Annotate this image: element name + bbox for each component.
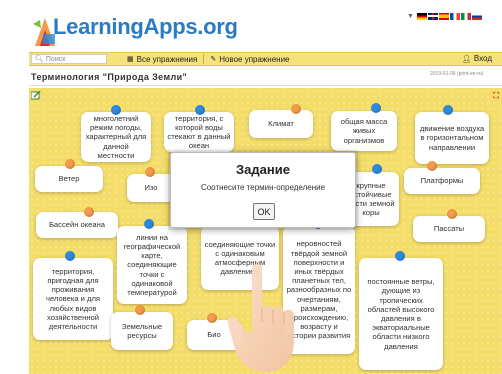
grid-icon: ▦ xyxy=(127,56,134,63)
new-exercise-link[interactable]: ✎ Новое упражнение xyxy=(204,55,295,64)
pin-icon xyxy=(135,305,145,315)
card-text: территория, пригодная для проживания чел… xyxy=(46,266,100,331)
page-margin xyxy=(0,0,10,374)
card-text: Пассаты xyxy=(433,224,465,234)
flag-icon[interactable] xyxy=(416,12,427,20)
main-toolbar: 🔍︎ Поиск ▦ Все упражнения ✎ Новое упражн… xyxy=(29,52,502,66)
pin-icon xyxy=(371,103,381,113)
term-card[interactable]: Земельные ресурсы xyxy=(111,312,173,350)
card-text: Ветер xyxy=(58,174,80,184)
term-card[interactable]: постоянные ветры, дующие из тропических … xyxy=(359,258,443,370)
card-text: территория, с которой воды стекают в дан… xyxy=(167,113,231,151)
login-link[interactable]: 👤︎ Вход xyxy=(462,54,492,63)
pencil-icon: ✎ xyxy=(210,56,217,63)
pin-icon xyxy=(65,251,75,261)
term-card[interactable]: Бассейн океана xyxy=(36,212,118,238)
pin-icon xyxy=(291,104,301,114)
pin-icon xyxy=(427,161,437,171)
card-text: Бассейн океана xyxy=(48,220,106,230)
flag-icon[interactable] xyxy=(427,12,438,20)
card-text: постоянные ветры, дующие из тропических … xyxy=(367,277,435,351)
fullscreen-icon[interactable]: ⛶ xyxy=(493,91,499,101)
page-date: 2019-01-05 (print-en-ru) xyxy=(430,71,484,77)
card-text: Платформы xyxy=(420,176,464,186)
term-card[interactable]: движение воздуха в горизонтальном направ… xyxy=(415,112,489,164)
ok-button[interactable]: OK xyxy=(253,203,275,220)
pin-icon xyxy=(372,164,382,174)
language-flags[interactable]: ▼ xyxy=(407,11,482,21)
term-card[interactable]: Пассаты xyxy=(413,216,485,242)
term-card[interactable]: Ветер xyxy=(35,166,103,192)
card-text: Климат xyxy=(268,119,294,129)
card-text: многолетний режим погоды, характерный дл… xyxy=(85,114,147,160)
user-icon: 👤︎ xyxy=(462,55,471,63)
search-icon: 🔍︎ xyxy=(35,56,44,63)
pin-icon xyxy=(443,105,453,115)
pin-icon xyxy=(195,105,205,115)
dialog-title: Задание xyxy=(236,162,290,177)
site-header: LearningApps.org ▼ xyxy=(0,0,502,50)
term-card[interactable]: территория, с которой воды стекают в дан… xyxy=(164,112,234,152)
term-card[interactable]: Платформы xyxy=(404,168,480,194)
card-text: Изо xyxy=(144,183,158,193)
flag-icon[interactable] xyxy=(449,12,460,20)
chevron-down-icon[interactable]: ▼ xyxy=(407,13,414,20)
login-label: Вход xyxy=(473,54,492,63)
term-card[interactable]: территория, пригодная для проживания чел… xyxy=(33,258,113,340)
pin-icon xyxy=(144,219,154,229)
flag-icon[interactable] xyxy=(471,12,482,20)
pointer-hand-icon xyxy=(227,264,294,372)
title-divider xyxy=(29,85,502,86)
task-dialog: Задание Соотнесите термин-определение OK xyxy=(170,152,356,228)
pin-icon xyxy=(84,207,94,217)
term-card[interactable]: линии на географической карте, соединяющ… xyxy=(117,226,187,304)
search-placeholder: Поиск xyxy=(45,55,66,63)
term-card[interactable]: многолетний режим погоды, характерный дл… xyxy=(81,112,151,162)
search-input[interactable]: 🔍︎ Поиск xyxy=(31,54,107,64)
card-text: линии на географической карте, соединяющ… xyxy=(123,232,181,297)
flag-icon[interactable] xyxy=(438,12,449,20)
page-title: Терминология "Природа Земли" xyxy=(31,72,188,82)
pin-icon xyxy=(395,251,405,261)
pin-icon xyxy=(447,209,457,219)
card-text: общая масса живых организмов xyxy=(340,117,388,145)
flag-icon[interactable] xyxy=(460,12,471,20)
term-card[interactable]: общая масса живых организмов xyxy=(331,111,397,151)
all-exercises-label: Все упражнения xyxy=(136,54,198,64)
pin-icon xyxy=(145,167,155,177)
pin-icon xyxy=(65,159,75,169)
logo-text[interactable]: LearningApps.org xyxy=(53,14,238,40)
card-text: Земельные ресурсы xyxy=(121,321,163,340)
card-text: Био xyxy=(207,330,221,340)
pin-icon xyxy=(111,105,121,115)
all-exercises-link[interactable]: ▦ Все упражнения xyxy=(121,55,203,64)
card-text: движение воздуха в горизонтальном направ… xyxy=(419,124,485,152)
new-exercise-label: Новое упражнение xyxy=(219,54,290,64)
dialog-text: Соотнесите термин-определение xyxy=(200,183,326,192)
edit-icon[interactable] xyxy=(31,91,41,100)
pin-icon xyxy=(207,313,217,323)
term-card[interactable]: Климат xyxy=(249,110,313,138)
